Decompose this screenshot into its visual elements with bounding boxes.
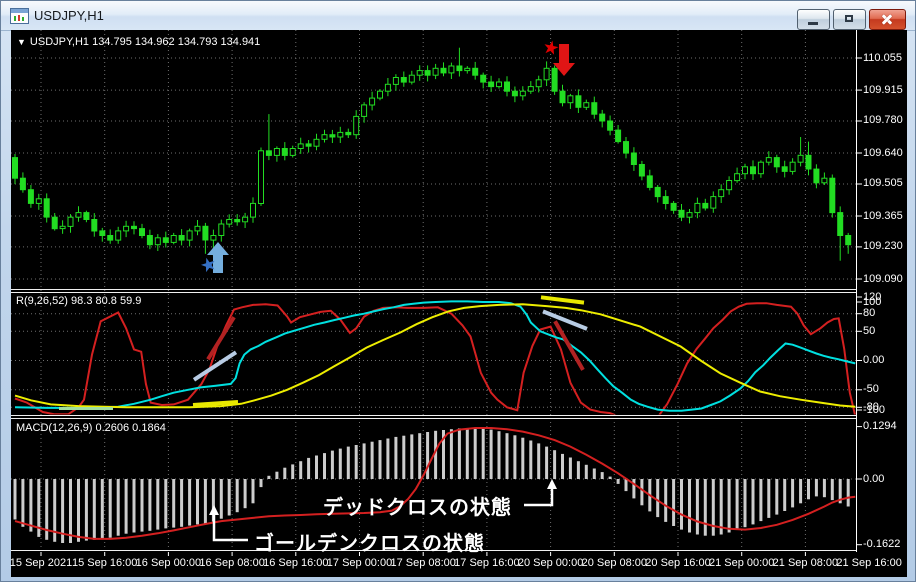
rci-indicator-label: R(9,26,52) 98.3 80.8 59.9 <box>16 295 142 307</box>
titlebar[interactable]: USDJPY,H1 <box>1 1 915 31</box>
chart-window-icon <box>10 8 29 24</box>
symbol-dropdown-arrow[interactable]: ▼ <box>17 37 26 47</box>
chart-client-area: 110.055 109.915 109.780 109.640 109.505 109.3… <box>10 30 908 577</box>
minimize-button[interactable] <box>797 9 830 30</box>
macd-indicator-label: MACD(12,26,9) 0.2606 0.1864 <box>16 422 166 434</box>
close-button[interactable] <box>869 9 906 30</box>
golden-cross-annotation[interactable]: ゴールデンクロスの状態 <box>254 527 485 556</box>
window-title: USDJPY,H1 <box>34 8 104 23</box>
ohlc-header: ▼ USDJPY,H1 134.795 134.962 134.793 134.9… <box>17 36 260 48</box>
price-axis-background[interactable] <box>856 30 908 552</box>
ohlc-values: USDJPY,H1 134.795 134.962 134.793 134.94… <box>29 36 261 48</box>
dead-cross-annotation[interactable]: デッドクロスの状態 <box>323 491 512 520</box>
restore-icon <box>845 15 853 22</box>
window-controls <box>794 9 906 30</box>
restore-button[interactable] <box>833 9 866 30</box>
minimize-icon <box>808 22 818 25</box>
mt4-chart-window: USDJPY,H1 110.055 109.915 109.780 109.640 10… <box>0 0 916 582</box>
